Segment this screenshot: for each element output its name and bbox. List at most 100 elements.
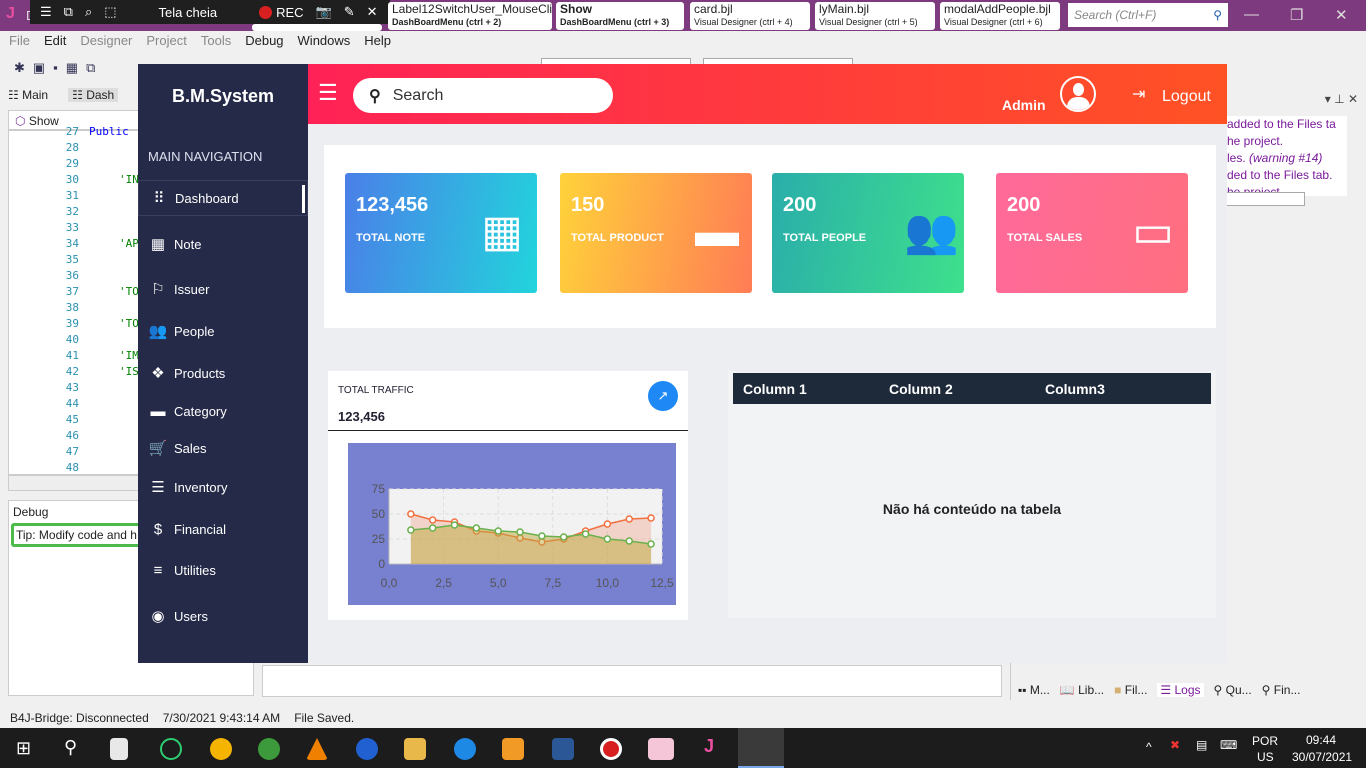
sidebar-item-users[interactable]: ◉ Users xyxy=(138,598,308,634)
menu-project[interactable]: Project xyxy=(146,33,186,55)
vlc-icon[interactable] xyxy=(306,738,328,760)
fullscreen-label[interactable]: Tela cheia xyxy=(159,5,218,20)
line-number: 29 xyxy=(65,157,79,170)
logout-icon[interactable]: ⇥ xyxy=(1132,84,1145,104)
menu-tools[interactable]: Tools xyxy=(201,33,231,55)
recorder-icon[interactable] xyxy=(600,738,622,760)
file-explorer-icon[interactable] xyxy=(404,738,426,760)
menu-icon[interactable]: ☰ xyxy=(40,4,52,20)
keyboard-layout[interactable]: US xyxy=(1257,750,1274,764)
tab-main[interactable]: ☷ Main xyxy=(8,88,48,102)
menu-debug[interactable]: Debug xyxy=(245,33,283,55)
store-icon[interactable] xyxy=(110,738,128,760)
doc-tab-1[interactable] xyxy=(252,24,382,31)
doc-tab[interactable]: modalAddPeople.bjl Visual Designer (ctrl … xyxy=(940,2,1060,30)
code-line: 'AP xyxy=(119,237,139,250)
logs-filter-input[interactable] xyxy=(1221,192,1305,206)
window-icon[interactable]: ⧉ xyxy=(64,4,73,20)
sidebar-item-issuer[interactable]: ⚐ Issuer xyxy=(138,271,308,307)
windows-start-icon[interactable]: ⊞ xyxy=(16,738,31,759)
clover-icon[interactable] xyxy=(258,738,280,760)
record-icon[interactable] xyxy=(259,5,273,19)
app-icon[interactable] xyxy=(210,738,232,760)
crop-icon[interactable]: ⬚ xyxy=(104,4,116,20)
toolbar-icons[interactable]: ✱▣▪▦⧉ xyxy=(14,60,103,76)
zoom-icon[interactable]: ⌕ xyxy=(85,4,92,20)
sidebar-item-sales[interactable]: 🛒 Sales xyxy=(138,430,308,466)
stat-card-total-people[interactable]: 200 TOTAL PEOPLE 👥 xyxy=(772,173,964,293)
network-disconnected-icon[interactable]: ✖ xyxy=(1170,738,1180,752)
menu-help[interactable]: Help xyxy=(364,33,391,55)
column-header[interactable]: Column 1 xyxy=(733,373,889,404)
firefox-icon[interactable] xyxy=(356,738,378,760)
doc-tab[interactable]: Label12SwitchUser_MouseCli DashBoardMenu … xyxy=(388,2,552,30)
keyboard-icon[interactable]: ⌨ xyxy=(1220,738,1237,752)
active-app-icon[interactable] xyxy=(738,728,784,768)
tab-modules[interactable]: ▪▪ M... xyxy=(1018,683,1050,697)
doc-tab[interactable]: lyMain.bjl Visual Designer (ctrl + 5) xyxy=(815,2,935,30)
ide-search-input[interactable]: Search (Ctrl+F) ⚲ xyxy=(1068,3,1228,27)
menu-edit[interactable]: Edit xyxy=(44,33,66,55)
data-point xyxy=(538,532,546,540)
clock-date[interactable]: 30/07/2021 xyxy=(1292,750,1352,764)
menu-file[interactable]: File xyxy=(9,33,30,55)
close-icon[interactable]: ✕ xyxy=(367,4,378,20)
language[interactable]: POR xyxy=(1252,734,1278,748)
search-input[interactable]: ⚲ Search xyxy=(353,78,613,113)
logout-button[interactable]: Logout xyxy=(1162,88,1211,106)
tab-dash[interactable]: ☷ Dash xyxy=(68,88,119,102)
menu-designer[interactable]: Designer xyxy=(80,33,132,55)
panel-controls-icon[interactable]: ▾ ⊥ ✕ xyxy=(1325,92,1358,106)
trending-up-icon[interactable]: ↗ xyxy=(648,381,678,411)
word-icon[interactable] xyxy=(552,738,574,760)
notification-icon[interactable]: ▤ xyxy=(1196,738,1207,752)
doc-tab[interactable]: Show DashBoardMenu (ctrl + 3) xyxy=(556,2,684,30)
sidebar-item-utilities[interactable]: ≡ Utilities xyxy=(138,552,308,588)
search-icon[interactable]: ⚲ xyxy=(64,737,77,758)
tray-chevron-icon[interactable]: ^ xyxy=(1146,740,1152,754)
hamburger-menu-icon[interactable]: ☰ xyxy=(318,82,338,104)
doc-tab-sub: Visual Designer (ctrl + 5) xyxy=(819,17,918,27)
stat-card-total-product[interactable]: 150 TOTAL PRODUCT ▬ xyxy=(560,173,752,293)
doc-tab-sub: Visual Designer (ctrl + 6) xyxy=(944,17,1043,27)
sidebar-item-inventory[interactable]: ☰ Inventory xyxy=(138,469,308,505)
sidebar-item-dashboard[interactable]: ⠿ Dashboard xyxy=(138,180,308,216)
camera-icon[interactable]: 📷 xyxy=(316,4,332,20)
bars-icon: ≡ xyxy=(153,561,163,579)
app-icon[interactable] xyxy=(160,738,182,760)
edge-icon[interactable] xyxy=(454,738,476,760)
clock-time[interactable]: 09:44 xyxy=(1306,733,1336,747)
column-header[interactable]: Column3 xyxy=(1045,373,1211,404)
restore-icon[interactable]: ❐ xyxy=(1290,6,1303,24)
column-header[interactable]: Column 2 xyxy=(889,373,1045,404)
doc-tab[interactable]: card.bjl Visual Designer (ctrl + 4) xyxy=(690,2,810,30)
traffic-value: 123,456 xyxy=(338,409,385,424)
tab-find[interactable]: ⚲ Fin... xyxy=(1262,683,1301,697)
b4j-app-icon[interactable]: J xyxy=(704,736,714,757)
tab-label: M... xyxy=(1029,683,1050,697)
stat-card-total-sales[interactable]: 200 TOTAL SALES ▭ xyxy=(996,173,1188,293)
sidebar-item-note[interactable]: ▦ Note xyxy=(138,226,308,262)
tab-files[interactable]: ■ Fil... xyxy=(1114,683,1147,697)
sidebar-item-category[interactable]: ▬ Category xyxy=(138,393,308,429)
avatar-icon[interactable] xyxy=(1060,76,1096,112)
sublime-icon[interactable] xyxy=(502,738,524,760)
rec-label[interactable]: REC xyxy=(276,5,303,20)
minimize-icon[interactable]: — xyxy=(1244,6,1259,23)
menu-windows[interactable]: Windows xyxy=(298,33,351,55)
sidebar-item-products[interactable]: ❖ Products xyxy=(138,355,308,391)
tab-libraries[interactable]: 📖 Lib... xyxy=(1060,683,1104,697)
sidebar-item-financial[interactable]: $ Financial xyxy=(138,511,308,547)
tab-quick-search[interactable]: ⚲ Qu... xyxy=(1214,683,1252,697)
tab-logs[interactable]: ☰ Logs xyxy=(1157,683,1204,697)
log-text: les. xyxy=(1227,151,1250,165)
pen-icon[interactable]: ✎ xyxy=(344,4,355,20)
user-name[interactable]: Admin xyxy=(1002,97,1046,113)
b4j-logo-icon: J xyxy=(6,5,15,22)
folder-icon: ■ xyxy=(1114,683,1122,697)
close-window-icon[interactable]: ✕ xyxy=(1335,6,1348,24)
sidebar-item-people[interactable]: 👥 People xyxy=(138,313,308,349)
b4j-icon[interactable] xyxy=(648,738,674,760)
brand-logo: B.M.System xyxy=(171,86,275,106)
stat-card-total-note[interactable]: 123,456 TOTAL NOTE ▦ xyxy=(345,173,537,293)
